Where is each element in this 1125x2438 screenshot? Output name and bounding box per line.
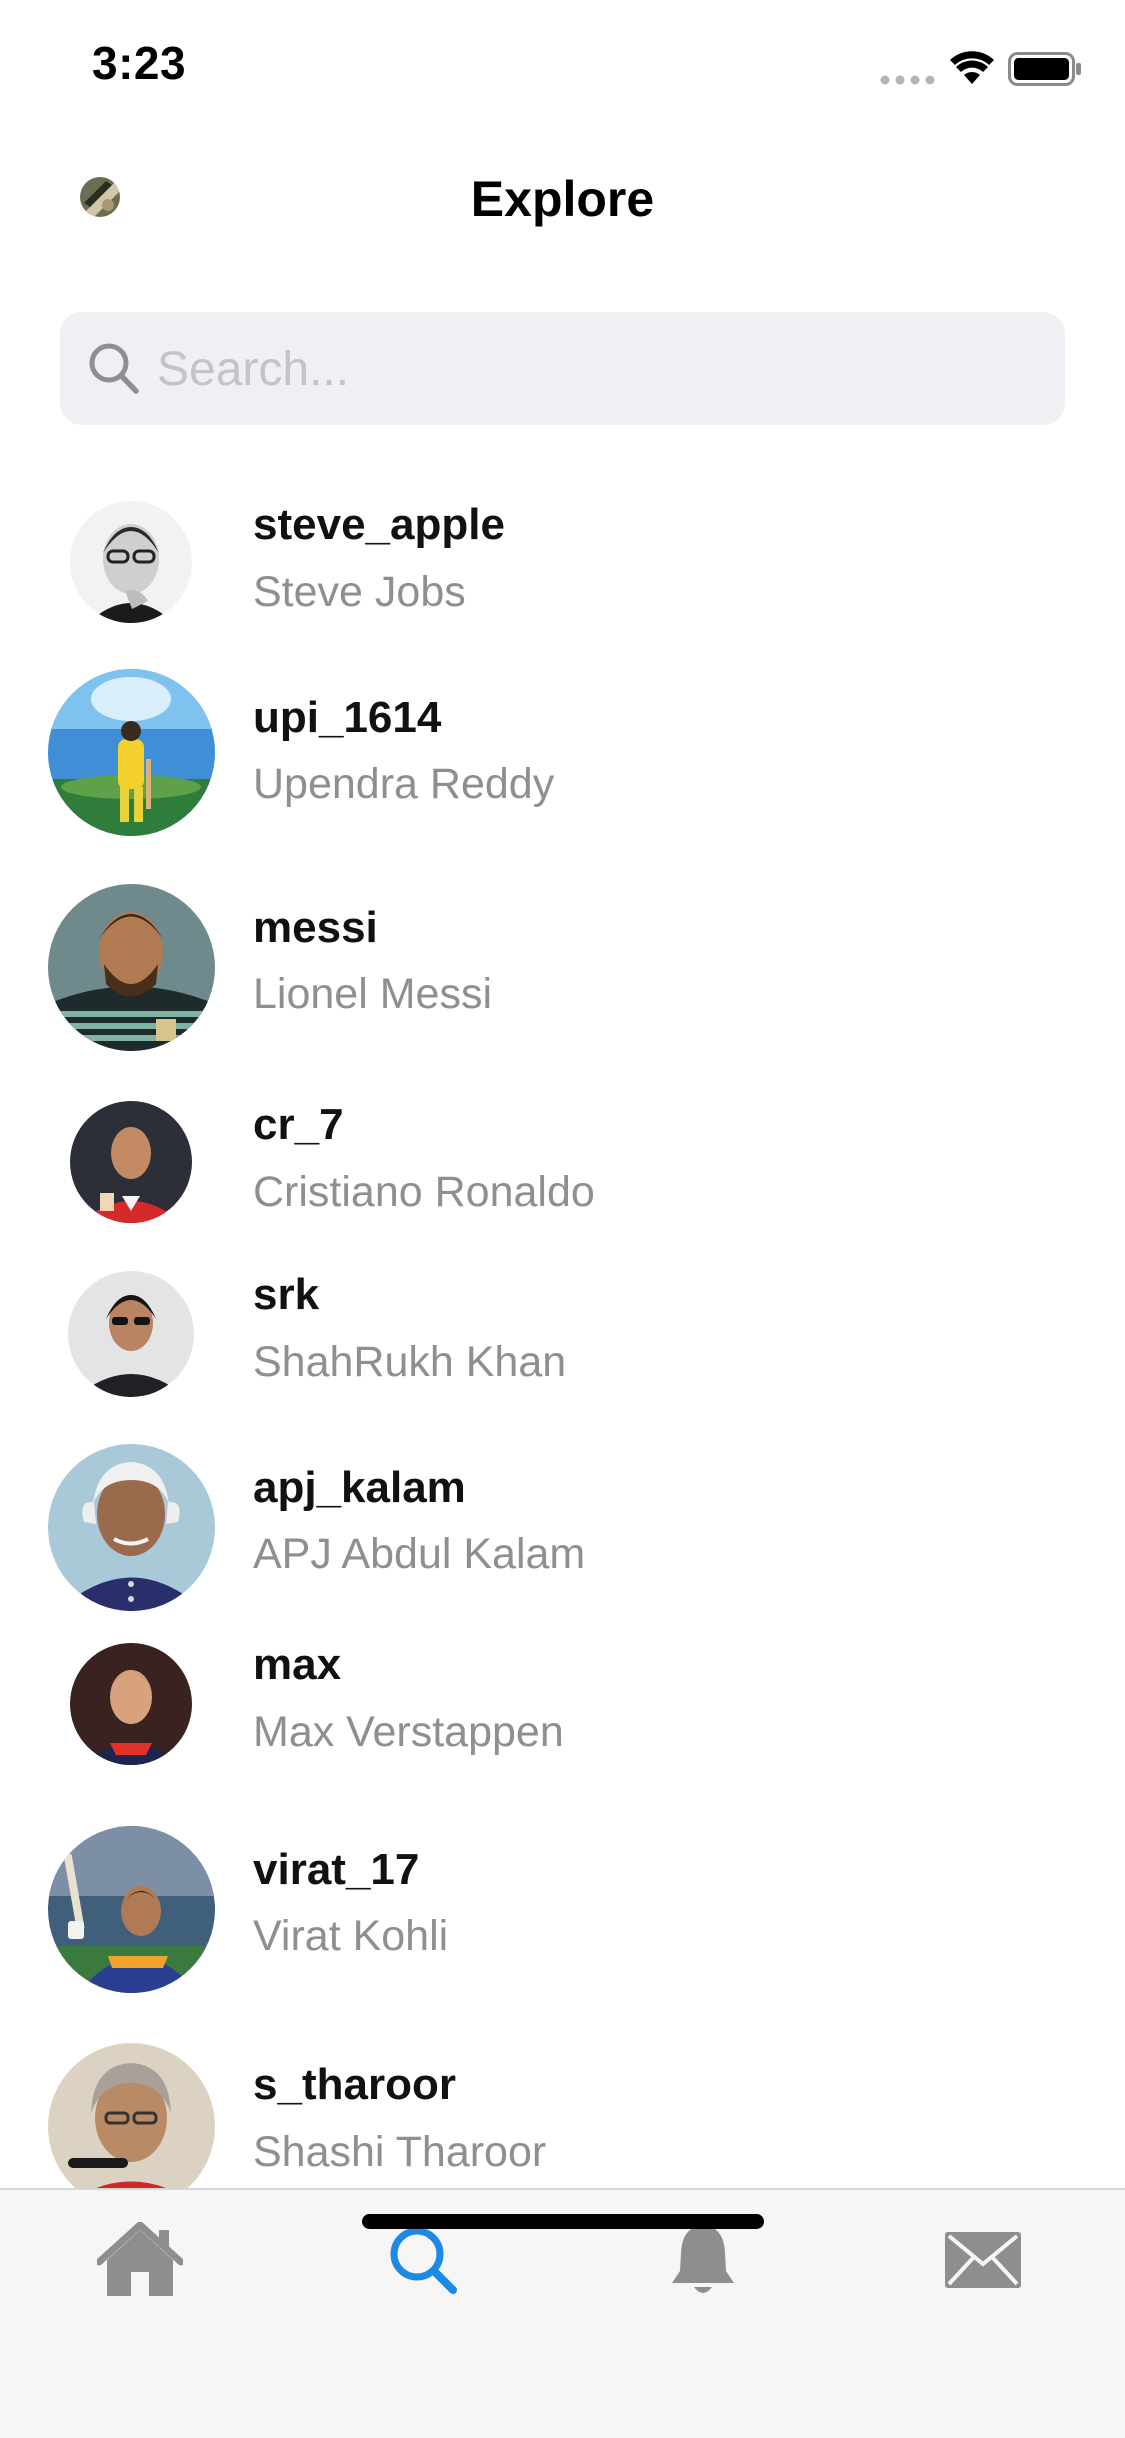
status-bar: 3:23 xyxy=(0,0,1125,140)
user-avatar xyxy=(70,1101,192,1223)
user-row[interactable]: steve_apple Steve Jobs xyxy=(0,470,1125,660)
user-row[interactable]: srk ShahRukh Khan xyxy=(0,1260,1125,1450)
tab-home[interactable] xyxy=(85,2210,195,2310)
user-avatar xyxy=(70,501,192,623)
username: cr_7 xyxy=(253,1100,344,1149)
user-row[interactable]: upi_1614 Upendra Reddy xyxy=(0,660,1125,850)
user-row[interactable]: cr_7 Cristiano Ronaldo xyxy=(0,1090,1125,1280)
wifi-icon xyxy=(950,51,994,84)
user-avatar xyxy=(70,1643,192,1765)
search-input[interactable] xyxy=(155,330,1039,408)
full-name: ShahRukh Khan xyxy=(253,1338,567,1386)
bell-icon xyxy=(672,2225,734,2293)
user-avatar xyxy=(48,1444,215,1611)
envelope-icon xyxy=(945,2232,1021,2288)
full-name: Shashi Tharoor xyxy=(253,2128,547,2176)
user-row[interactable]: messi Lionel Messi xyxy=(0,875,1125,1065)
username: max xyxy=(253,1640,342,1689)
user-avatar xyxy=(48,884,215,1051)
nav-header: Explore xyxy=(0,140,1125,260)
cellular-signal-icon xyxy=(880,75,935,85)
user-avatar xyxy=(48,2043,215,2188)
status-time: 3:23 xyxy=(92,37,187,89)
user-avatar xyxy=(48,1826,215,1993)
search-bar[interactable] xyxy=(60,312,1065,425)
search-icon xyxy=(89,343,139,394)
full-name: APJ Abdul Kalam xyxy=(253,1530,586,1578)
user-row[interactable]: max Max Verstappen xyxy=(0,1630,1125,1820)
username: upi_1614 xyxy=(253,693,442,742)
username: apj_kalam xyxy=(253,1463,466,1512)
full-name: Upendra Reddy xyxy=(253,760,555,808)
full-name: Virat Kohli xyxy=(253,1912,449,1960)
username: messi xyxy=(253,903,378,952)
page-title: Explore xyxy=(470,171,655,227)
full-name: Lionel Messi xyxy=(253,970,492,1018)
username: virat_17 xyxy=(253,1845,420,1894)
full-name: Steve Jobs xyxy=(253,568,466,616)
username: steve_apple xyxy=(253,500,505,549)
username: srk xyxy=(253,1270,320,1319)
home-icon xyxy=(97,2222,183,2296)
user-avatar xyxy=(68,1271,194,1397)
full-name: Max Verstappen xyxy=(253,1708,564,1756)
home-indicator xyxy=(362,2214,764,2229)
user-row[interactable]: virat_17 Virat Kohli xyxy=(0,1815,1125,2005)
user-avatar xyxy=(48,669,215,836)
user-list[interactable]: steve_apple Steve Jobs upi_1614 Upendra … xyxy=(0,470,1125,2188)
user-row[interactable]: s_tharoor Shashi Tharoor xyxy=(0,2030,1125,2188)
search-icon xyxy=(390,2227,457,2294)
battery-icon xyxy=(1008,52,1081,86)
user-row[interactable]: apj_kalam APJ Abdul Kalam xyxy=(0,1435,1125,1625)
username: s_tharoor xyxy=(253,2060,456,2109)
tab-messages[interactable] xyxy=(928,2210,1038,2310)
full-name: Cristiano Ronaldo xyxy=(253,1168,595,1216)
